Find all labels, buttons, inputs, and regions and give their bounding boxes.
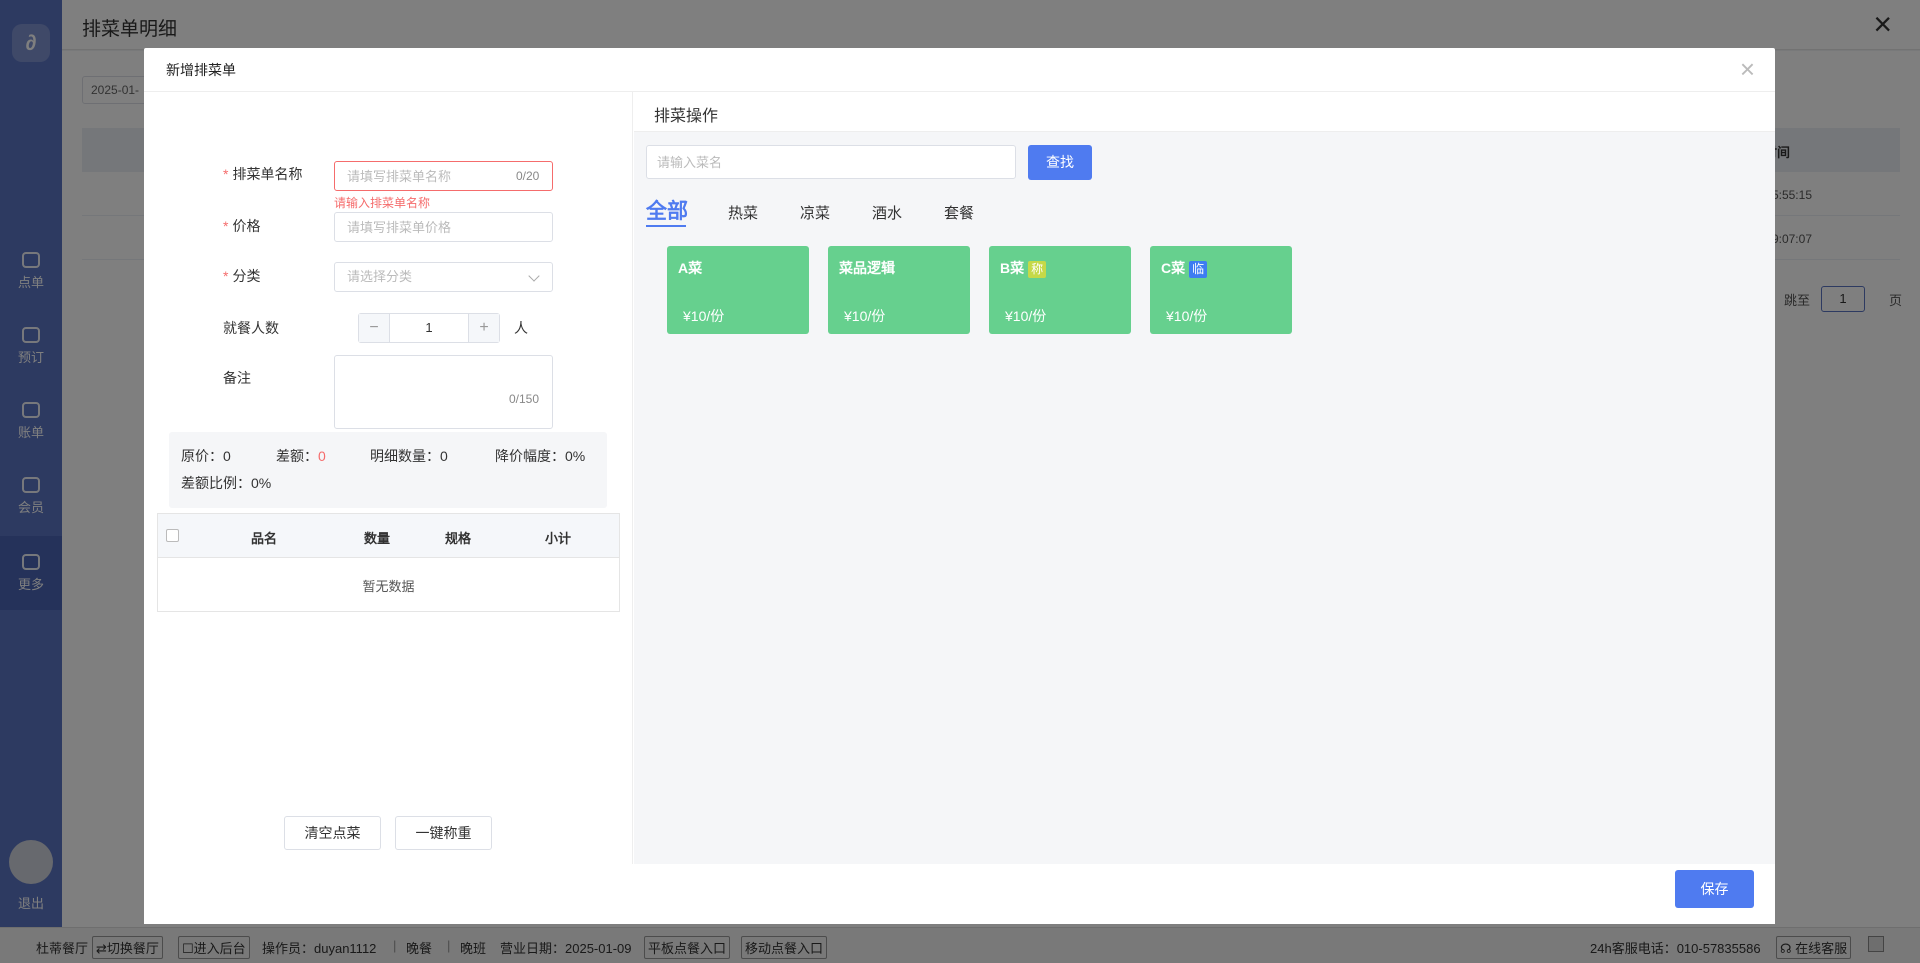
name-error-text: 请输入排菜单名称 [334,196,431,210]
dish-card[interactable]: A菜 ¥10/份 [667,246,809,334]
dish-name: C菜 [1161,260,1186,276]
remark-label: 备注 [223,370,251,386]
diners-stepper[interactable]: − 1 + [358,313,500,343]
column-header: 数量 [364,531,391,546]
dish-price: ¥10/份 [1005,308,1047,324]
plus-button[interactable]: + [469,314,499,342]
panel-title: 排菜操作 [654,108,719,125]
price-summary: 原价：0 差额：0 明细数量：0 降价幅度：0% 差额比例：0% [169,432,607,508]
detail-table: 品名 数量 规格 小计 暂无数据 [157,513,620,612]
diners-label: 就餐人数 [223,320,279,336]
save-button[interactable]: 保存 [1675,870,1754,908]
dish-price: ¥10/份 [1166,308,1208,324]
diners-unit: 人 [514,320,528,336]
weigh-all-button[interactable]: 一键称重 [395,816,492,850]
dish-search-input[interactable] [646,145,1016,179]
menu-form: *排菜单名称 0/20 请输入排菜单名称 *价格 *分类 请选择分类 就餐人数 … [144,92,633,864]
dish-name-wrap: C菜临 [1161,258,1208,278]
diners-value[interactable]: 1 [389,314,469,342]
clear-dishes-button[interactable]: 清空点菜 [284,816,381,850]
empty-text: 暂无数据 [362,579,415,594]
column-header: 小计 [545,531,572,546]
dish-name-wrap: B菜称 [1000,258,1047,278]
name-char-count: 0/20 [516,169,540,183]
tab-drinks[interactable]: 酒水 [872,202,902,223]
tab-set-meals[interactable]: 套餐 [944,202,974,223]
search-button[interactable]: 查找 [1028,145,1092,180]
panel-header: 排菜操作 [634,92,1775,132]
dish-name: 菜品逻辑 [839,260,895,276]
tab-cold-dishes[interactable]: 凉菜 [800,202,830,223]
menu-price-input[interactable] [334,212,553,242]
column-header: 规格 [445,531,472,546]
minus-button[interactable]: − [359,314,389,342]
select-all-checkbox[interactable] [166,529,179,542]
dish-panel: 排菜操作 查找 全部 热菜 凉菜 酒水 套餐 A菜 ¥10/份 菜品逻辑 ¥10… [634,92,1775,864]
original-price: 原价：0 [181,448,231,464]
temporary-tag: 临 [1189,261,1208,278]
dialog-footer: 保存 [144,864,1775,924]
dish-price: ¥10/份 [844,308,886,324]
dish-card[interactable]: C菜临 ¥10/份 [1150,246,1292,334]
dialog-header: 新增排菜单 × [144,48,1775,92]
column-header: 品名 [251,531,278,546]
dish-card[interactable]: 菜品逻辑 ¥10/份 [828,246,970,334]
name-label: * 排菜单名称 [223,166,303,182]
table-header: 品名 数量 规格 小计 [158,514,619,558]
dish-card[interactable]: B菜称 ¥10/份 [989,246,1131,334]
discount-rate: 降价幅度：0% [495,448,586,464]
remark-char-count: 0/150 [509,392,540,406]
tab-hot-dishes[interactable]: 热菜 [728,202,758,223]
difference: 差额：0 [276,448,326,464]
category-select[interactable]: 请选择分类 [334,262,553,292]
dish-price: ¥10/份 [683,308,725,324]
dish-name: A菜 [678,260,703,276]
active-tab-indicator [646,225,686,227]
close-icon[interactable]: × [1740,56,1755,82]
dialog-title: 新增排菜单 [166,62,236,78]
tab-all[interactable]: 全部 [646,195,688,225]
weigh-tag: 称 [1028,261,1047,278]
add-menu-dialog: 新增排菜单 × *排菜单名称 0/20 请输入排菜单名称 *价格 *分类 请选择… [144,48,1775,924]
price-label: * 价格 [223,218,261,234]
category-label: * 分类 [223,268,261,284]
dish-name: B菜 [1000,260,1025,276]
detail-count: 明细数量：0 [370,448,448,464]
difference-ratio: 差额比例：0% [181,475,272,491]
